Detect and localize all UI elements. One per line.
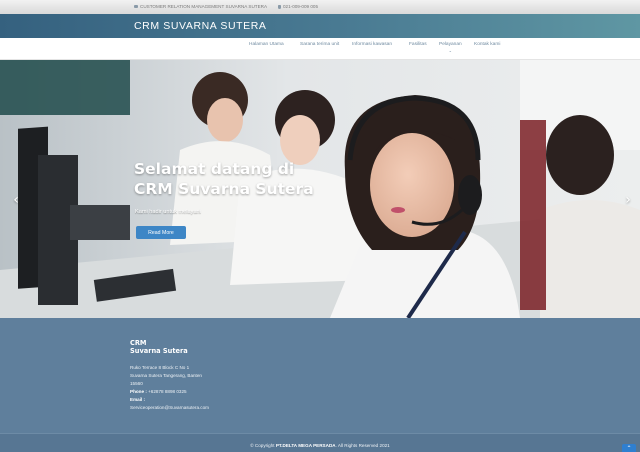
read-more-button[interactable]: Read More [136, 226, 186, 239]
hero-slider: ‹ › Selamat datang di CRM Suvarna Sutera… [0, 60, 640, 318]
footer-phone-value[interactable]: +62878 8898 0325 [148, 389, 186, 394]
nav-halaman-utama[interactable]: Halaman Utama [249, 42, 284, 47]
site-brand[interactable]: CRM SUVARNA SUTERA [134, 20, 267, 32]
footer-postal-code: 15560 [130, 381, 143, 386]
chevron-down-icon: ⌄ [448, 48, 453, 53]
top-info-bar: CUSTOMER RELATION MANAGEMENT SUVARNA SUT… [0, 0, 640, 14]
slider-prev-arrow[interactable]: ‹ [10, 191, 22, 209]
nav-pelayanan-label: Pelayanan [439, 42, 462, 47]
topbar-phone: 021-009-009 005 [278, 4, 318, 9]
slider-next-arrow[interactable]: › [622, 191, 634, 209]
envelope-icon [134, 5, 138, 8]
footer-email-label-text: Email : [130, 397, 146, 402]
footer-phone: Phone : +62878 8898 0325 [130, 389, 187, 394]
nav-pelayanan[interactable]: Pelayanan ⌄ [439, 42, 462, 53]
footer-email-value[interactable]: Serviceoperation@Suvarnasutera.com [130, 405, 209, 410]
footer-address-line-1: Ruko Terrace 8 Block C No 1 [130, 365, 190, 370]
footer-address-line-2: Suvarna Sutera Tangerang, Banten [130, 373, 202, 378]
topbar-tagline-text: CUSTOMER RELATION MANAGEMENT SUVARNA SUT… [140, 4, 268, 9]
copyright-company: PT.DELTA MEGA PERSADA [275, 443, 336, 448]
back-to-top-button[interactable]: ⌃ [622, 444, 636, 452]
nav-informasi-kawasan[interactable]: Informasi kawasan [352, 42, 392, 47]
topbar-tagline: CUSTOMER RELATION MANAGEMENT SUVARNA SUT… [134, 4, 267, 9]
hero-title: Selamat datang di CRM Suvarna Sutera [134, 159, 314, 199]
hero-subtitle: Kami hadir untuk melayani [135, 209, 201, 215]
hero-title-line-1: Selamat datang di [134, 160, 295, 178]
nav-fasilitas[interactable]: Fasilitas [409, 42, 427, 47]
brand-bar: CRM SUVARNA SUTERA [0, 14, 640, 38]
hero-title-line-2: CRM Suvarna Sutera [134, 180, 314, 198]
copyright-bar: © Copyright PT.DELTA MEGA PERSADA. All R… [0, 433, 640, 452]
footer-name-line-2: Suvarna Sutera [130, 347, 188, 355]
main-nav: Halaman Utama Sarana terima unit Informa… [0, 38, 640, 60]
footer-email-label: Email : [130, 397, 145, 402]
nav-kontak-kami[interactable]: Kontak kami [474, 42, 500, 47]
footer-phone-label: Phone : [130, 389, 147, 394]
copyright-suffix: . All Rights Reserved 2021 [335, 443, 390, 448]
phone-icon [278, 4, 281, 9]
call-center-photo [0, 60, 640, 318]
footer: CRM Suvarna Sutera Ruko Terrace 8 Block … [0, 318, 640, 433]
topbar-phone-text: 021-009-009 005 [283, 4, 318, 9]
nav-sarana-terima-unit[interactable]: Sarana terima unit [300, 42, 339, 47]
footer-name-line-1: CRM [130, 339, 147, 347]
copyright-prefix: © Copyright [250, 443, 275, 448]
